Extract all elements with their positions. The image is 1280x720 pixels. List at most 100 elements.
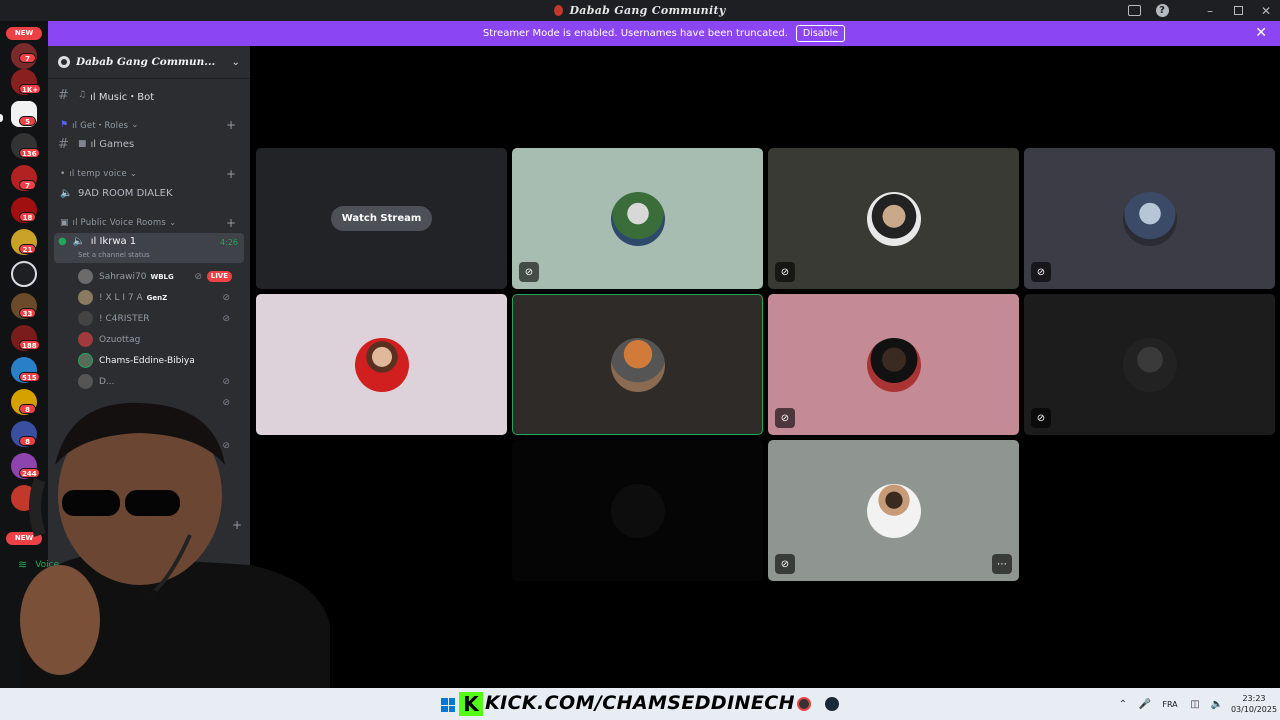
watch-stream-button[interactable]: Watch Stream (330, 206, 433, 231)
member-name: D... (99, 376, 115, 387)
streamer-mode-banner: Streamer Mode is enabled. Usernames have… (48, 21, 1280, 46)
avatar (1122, 191, 1177, 246)
category-temp-voice[interactable]: • ıl temp voice ⌄ + (54, 167, 244, 181)
member-name: Ozuottag (99, 334, 141, 345)
avatar (78, 269, 93, 284)
unread-badge: 136 (19, 148, 40, 158)
maximize-icon[interactable] (1224, 0, 1252, 21)
avatar (610, 337, 665, 392)
muted-icon: ⊘ (194, 271, 202, 282)
avatar (78, 332, 93, 347)
speaker-icon: 🔈 (72, 236, 86, 247)
active-voice-channel[interactable]: ● 🔈 ıl Ikrwa 1 4:26 Set a channel status (54, 233, 244, 263)
webcam-overlay (20, 402, 330, 720)
avatar (866, 483, 921, 538)
unread-badge: 7 (19, 180, 36, 190)
avatar (78, 374, 93, 389)
close-icon[interactable]: ✕ (1252, 0, 1280, 21)
muted-icon: ⊘ (775, 554, 795, 574)
app-root: Dabab Gang Community ? – ✕ NEW 7 1K+ 5 1… (0, 0, 1280, 720)
channel-music-bot[interactable]: # ♫ ıl Music・Bot (54, 87, 244, 103)
voice-member[interactable]: ! X L I 7 A GenZ ⊘ (78, 288, 240, 307)
add-channel-icon[interactable]: + (226, 216, 236, 230)
voice-member[interactable]: D... ⊘ (78, 372, 240, 391)
category-label: ıl Public Voice Rooms (72, 218, 166, 228)
chevron-up-icon[interactable]: ⌃ (1112, 699, 1134, 710)
voice-member[interactable]: Ozuottag (78, 330, 240, 349)
category-label: ıl Get・Roles (72, 121, 129, 131)
clock[interactable]: 23:23 03/10/2025 (1228, 693, 1280, 715)
participant-tile[interactable]: ⊘ ⋯ (768, 440, 1019, 581)
member-name: Sahrawi70 (99, 271, 147, 282)
category-label: ıl temp voice (69, 169, 127, 179)
chevron-down-icon: ⌄ (231, 56, 240, 68)
server-icon[interactable] (11, 261, 37, 287)
voice-member[interactable]: Sahrawi70 WBLG ⊘ LIVE (78, 267, 240, 286)
unread-badge: 18 (19, 212, 36, 222)
channel-room-dialek[interactable]: 🔈 9AD ROOM DIALEK (54, 185, 244, 201)
muted-icon: ⊘ (222, 292, 230, 303)
help-icon[interactable]: ? (1148, 0, 1176, 21)
title-bar: Dabab Gang Community ? – ✕ (0, 0, 1280, 21)
volume-icon[interactable]: 🔈 (1206, 699, 1228, 710)
participant-tile[interactable] (512, 440, 763, 581)
stream-tile[interactable]: Watch Stream (256, 148, 507, 289)
language-indicator[interactable]: FRA (1156, 700, 1184, 709)
connected-voice-icon: ● (58, 236, 67, 247)
app-icon[interactable] (797, 697, 811, 711)
taskbar: K KICK.COM/CHAMSEDDINECH ⌃ 🎤 FRA ◫ 🔈 23:… (0, 688, 1280, 720)
more-options-icon[interactable]: ⋯ (992, 554, 1012, 574)
category-get-roles[interactable]: ⚑ ıl Get・Roles ⌄ + (54, 118, 244, 132)
participant-tile[interactable]: ⊘ (1024, 294, 1275, 435)
avatar (866, 191, 921, 246)
kick-url-overlay: KICK.COM/CHAMSEDDINECH (485, 692, 795, 714)
category-public-voice[interactable]: ▣ ıl Public Voice Rooms ⌄ + (54, 216, 244, 230)
selected-pip (0, 114, 3, 122)
roles-icon: ⚑ (60, 120, 69, 130)
participant-tile[interactable]: ⊘ (1024, 148, 1275, 289)
participant-tile[interactable]: ⊘ (768, 148, 1019, 289)
webcam-hand (20, 565, 100, 675)
muted-icon: ⊘ (222, 376, 230, 387)
inbox-icon[interactable] (1120, 0, 1148, 21)
unread-badge: 5 (19, 116, 36, 126)
channel-label: ıl Games (90, 138, 135, 150)
network-icon[interactable]: ◫ (1184, 699, 1206, 710)
chevron-down-icon: ⌄ (131, 120, 139, 130)
banner-text: Streamer Mode is enabled. Usernames have… (482, 28, 788, 39)
unread-badge: 515 (19, 372, 40, 382)
voice-member-speaking[interactable]: Chams-Eddine-Bibiya (78, 351, 240, 370)
window-title: Dabab Gang Community (554, 4, 725, 17)
participant-tile-speaking[interactable] (512, 294, 763, 435)
muted-icon: ⊘ (1031, 408, 1051, 428)
voice-member[interactable]: ! C4RISTER ⊘ (78, 309, 240, 328)
webcam-headset (29, 477, 46, 537)
server-mini-icon (554, 5, 564, 16)
add-channel-icon[interactable]: + (226, 167, 236, 181)
kick-logo-icon: K (459, 692, 483, 716)
microphone-icon[interactable]: 🎤 (1134, 699, 1156, 710)
member-name: ! X L I 7 A (99, 292, 143, 303)
add-channel-icon[interactable]: + (226, 118, 236, 132)
muted-icon: ⊘ (1031, 262, 1051, 282)
avatar (610, 483, 665, 538)
participant-tile[interactable]: ⊘ (768, 294, 1019, 435)
unread-badge: 7 (19, 53, 36, 63)
channel-games[interactable]: # ■ ıl Games (54, 136, 244, 152)
avatar (78, 353, 93, 368)
minimize-icon[interactable]: – (1196, 0, 1224, 21)
hash-icon: # (58, 136, 69, 152)
webcam-mic-tip (142, 589, 158, 601)
server-header[interactable]: Dabab Gang Commun... ⌄ (48, 46, 250, 79)
close-banner-icon[interactable]: ✕ (1255, 26, 1267, 40)
music-note-icon: ♫ (78, 90, 87, 100)
windows-start-icon[interactable] (441, 698, 455, 712)
disable-button[interactable]: Disable (795, 25, 846, 42)
participant-tile[interactable]: ⊘ (512, 148, 763, 289)
avatar (610, 191, 665, 246)
channel-status[interactable]: Set a channel status (78, 251, 150, 259)
system-tray: ⌃ 🎤 FRA ◫ 🔈 23:23 03/10/2025 (1112, 688, 1280, 720)
steam-icon[interactable] (825, 697, 839, 711)
member-name: Chams-Eddine-Bibiya (99, 355, 195, 366)
